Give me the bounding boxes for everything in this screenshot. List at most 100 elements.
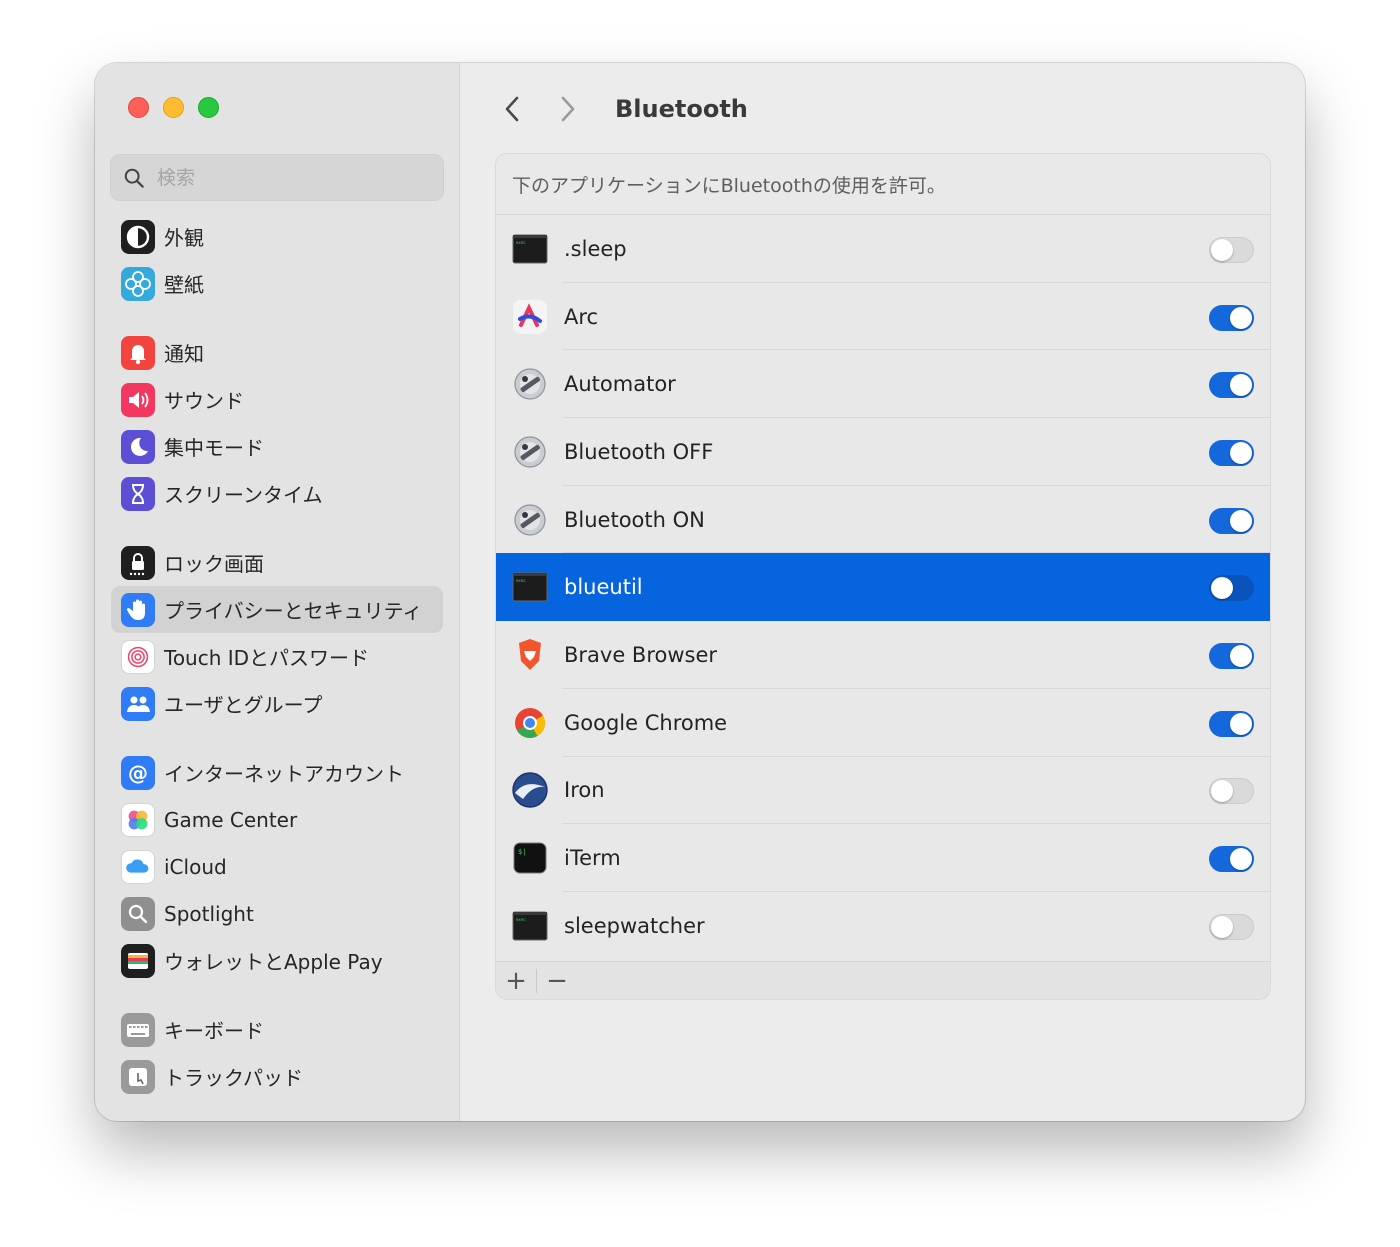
- app-row[interactable]: Brave Browser: [496, 621, 1270, 689]
- app-row[interactable]: Bluetooth OFF: [496, 418, 1270, 486]
- close-button[interactable]: [128, 97, 149, 118]
- sidebar-item-moon[interactable]: 集中モード: [111, 423, 443, 470]
- main-pane: Bluetooth 下のアプリケーションにBluetoothの使用を許可。 ex…: [461, 63, 1305, 1121]
- app-row[interactable]: Arc: [496, 283, 1270, 351]
- automator-icon: [511, 365, 549, 403]
- sidebar-group: 外観 壁紙: [111, 213, 443, 307]
- trackpad-icon: [121, 1059, 155, 1094]
- terminal-icon: exec: [511, 907, 549, 945]
- app-row[interactable]: $| iTerm: [496, 824, 1270, 892]
- sidebar-item-label: 集中モード: [164, 436, 264, 460]
- sidebar-item-label: ウォレットとApple Pay: [164, 950, 383, 974]
- app-row[interactable]: exec blueutil: [496, 553, 1270, 622]
- sidebar-item-fingerprint[interactable]: Touch IDとパスワード: [111, 633, 443, 680]
- page-title: Bluetooth: [615, 95, 748, 123]
- app-name: Google Chrome: [564, 710, 728, 735]
- app-name: Bluetooth ON: [564, 507, 705, 532]
- app-name: blueutil: [564, 575, 643, 600]
- bluetooth-permission-toggle[interactable]: [1209, 642, 1254, 669]
- sidebar-item-appearance[interactable]: 外観: [111, 213, 443, 260]
- sidebar-item-wallpaper[interactable]: 壁紙: [111, 260, 443, 307]
- bluetooth-permission-toggle[interactable]: [1209, 575, 1254, 602]
- app-name: Arc: [564, 304, 599, 329]
- sidebar-item-label: インターネットアカウント: [164, 762, 404, 786]
- sidebar-item-keyboard[interactable]: キーボード: [111, 1006, 443, 1053]
- bluetooth-permission-toggle[interactable]: [1209, 913, 1254, 940]
- sidebar-item-speaker[interactable]: サウンド: [111, 376, 443, 423]
- app-name: Brave Browser: [564, 642, 718, 667]
- sidebar-item-at[interactable]: @ インターネットアカウント: [111, 749, 443, 796]
- bluetooth-permission-toggle[interactable]: [1209, 439, 1254, 466]
- back-button[interactable]: [497, 91, 527, 127]
- keyboard-icon: [121, 1012, 155, 1047]
- sidebar-item-lock-screen[interactable]: ロック画面: [111, 539, 443, 586]
- minimize-button[interactable]: [163, 97, 184, 118]
- sidebar-item-game-center[interactable]: Game Center: [111, 796, 443, 843]
- chevron-right-icon: [561, 96, 575, 122]
- app-row[interactable]: exec .sleep: [496, 215, 1270, 283]
- iron-icon: [511, 771, 549, 809]
- sidebar-group: キーボード トラックパッド: [111, 1006, 443, 1100]
- sidebar-item-label: Touch IDとパスワード: [164, 646, 370, 670]
- lock-screen-icon: [121, 545, 155, 580]
- app-row[interactable]: Iron: [496, 757, 1270, 825]
- bluetooth-permission-toggle[interactable]: [1209, 236, 1254, 263]
- app-row[interactable]: Google Chrome: [496, 689, 1270, 757]
- search-field[interactable]: [110, 154, 444, 201]
- sidebar-item-hand[interactable]: プライバシーとセキュリティ: [111, 586, 443, 633]
- sidebar-item-label: 壁紙: [164, 273, 204, 297]
- search-input[interactable]: [157, 166, 427, 189]
- list-footer: + −: [496, 961, 1270, 999]
- sidebar-item-trackpad[interactable]: トラックパッド: [111, 1053, 443, 1100]
- users-icon: [121, 686, 155, 721]
- brave-icon: [511, 636, 549, 674]
- app-name: Iron: [564, 778, 605, 803]
- sidebar-item-label: 外観: [164, 226, 204, 250]
- remove-app-button[interactable]: −: [537, 963, 577, 999]
- bluetooth-permission-toggle[interactable]: [1209, 372, 1254, 399]
- sidebar-nav: 外観壁紙通知サウンド集中モードスクリーンタイムロック画面プライバシーとセキュリテ…: [111, 213, 443, 1121]
- sidebar-item-label: 通知: [164, 342, 204, 366]
- add-app-button[interactable]: +: [496, 963, 536, 999]
- app-name: Automator: [564, 372, 676, 397]
- sidebar-item-label: サウンド: [164, 389, 244, 413]
- terminal-icon: exec: [511, 568, 549, 606]
- bluetooth-permission-toggle[interactable]: [1209, 507, 1254, 534]
- sidebar-item-users[interactable]: ユーザとグループ: [111, 680, 443, 727]
- bluetooth-permission-toggle[interactable]: [1209, 710, 1254, 737]
- chrome-icon: [511, 704, 549, 742]
- automator-icon: [511, 433, 549, 471]
- terminal-icon: exec: [511, 230, 549, 268]
- spotlight-icon: [121, 896, 155, 931]
- sidebar-item-label: ロック画面: [164, 552, 264, 576]
- zoom-button[interactable]: [198, 97, 219, 118]
- sidebar-item-bell[interactable]: 通知: [111, 329, 443, 376]
- app-row[interactable]: exec sleepwatcher: [496, 892, 1270, 960]
- sidebar-item-label: プライバシーとセキュリティ: [164, 599, 423, 623]
- bell-icon: [121, 335, 155, 370]
- sidebar-item-spotlight[interactable]: Spotlight: [111, 890, 443, 937]
- sidebar-item-hourglass[interactable]: スクリーンタイム: [111, 470, 443, 517]
- speaker-icon: [121, 382, 155, 417]
- sidebar-item-cloud[interactable]: iCloud: [111, 843, 443, 890]
- svg-text:$|: $|: [518, 848, 526, 856]
- app-row[interactable]: Automator: [496, 350, 1270, 418]
- sidebar-group: @ インターネットアカウント Game Center iCloud Spotlight ウ…: [111, 749, 443, 984]
- window-controls: [128, 97, 219, 118]
- bluetooth-permission-toggle[interactable]: [1209, 778, 1254, 805]
- svg-text:exec: exec: [516, 917, 526, 922]
- at-icon: @: [121, 755, 155, 790]
- bluetooth-permission-toggle[interactable]: [1209, 304, 1254, 331]
- automator-icon: [511, 501, 549, 539]
- sidebar-item-label: ユーザとグループ: [164, 693, 323, 717]
- list-header: 下のアプリケーションにBluetoothの使用を許可。: [496, 154, 1270, 215]
- forward-button[interactable]: [553, 91, 583, 127]
- wallpaper-icon: [121, 266, 155, 301]
- iterm-icon: $|: [511, 839, 549, 877]
- sidebar-item-wallet[interactable]: ウォレットとApple Pay: [111, 937, 443, 984]
- toolbar: Bluetooth: [497, 89, 748, 129]
- sidebar-item-label: iCloud: [164, 854, 227, 879]
- app-row[interactable]: Bluetooth ON: [496, 486, 1270, 554]
- bluetooth-permission-toggle[interactable]: [1209, 846, 1254, 873]
- cloud-icon: [121, 849, 155, 884]
